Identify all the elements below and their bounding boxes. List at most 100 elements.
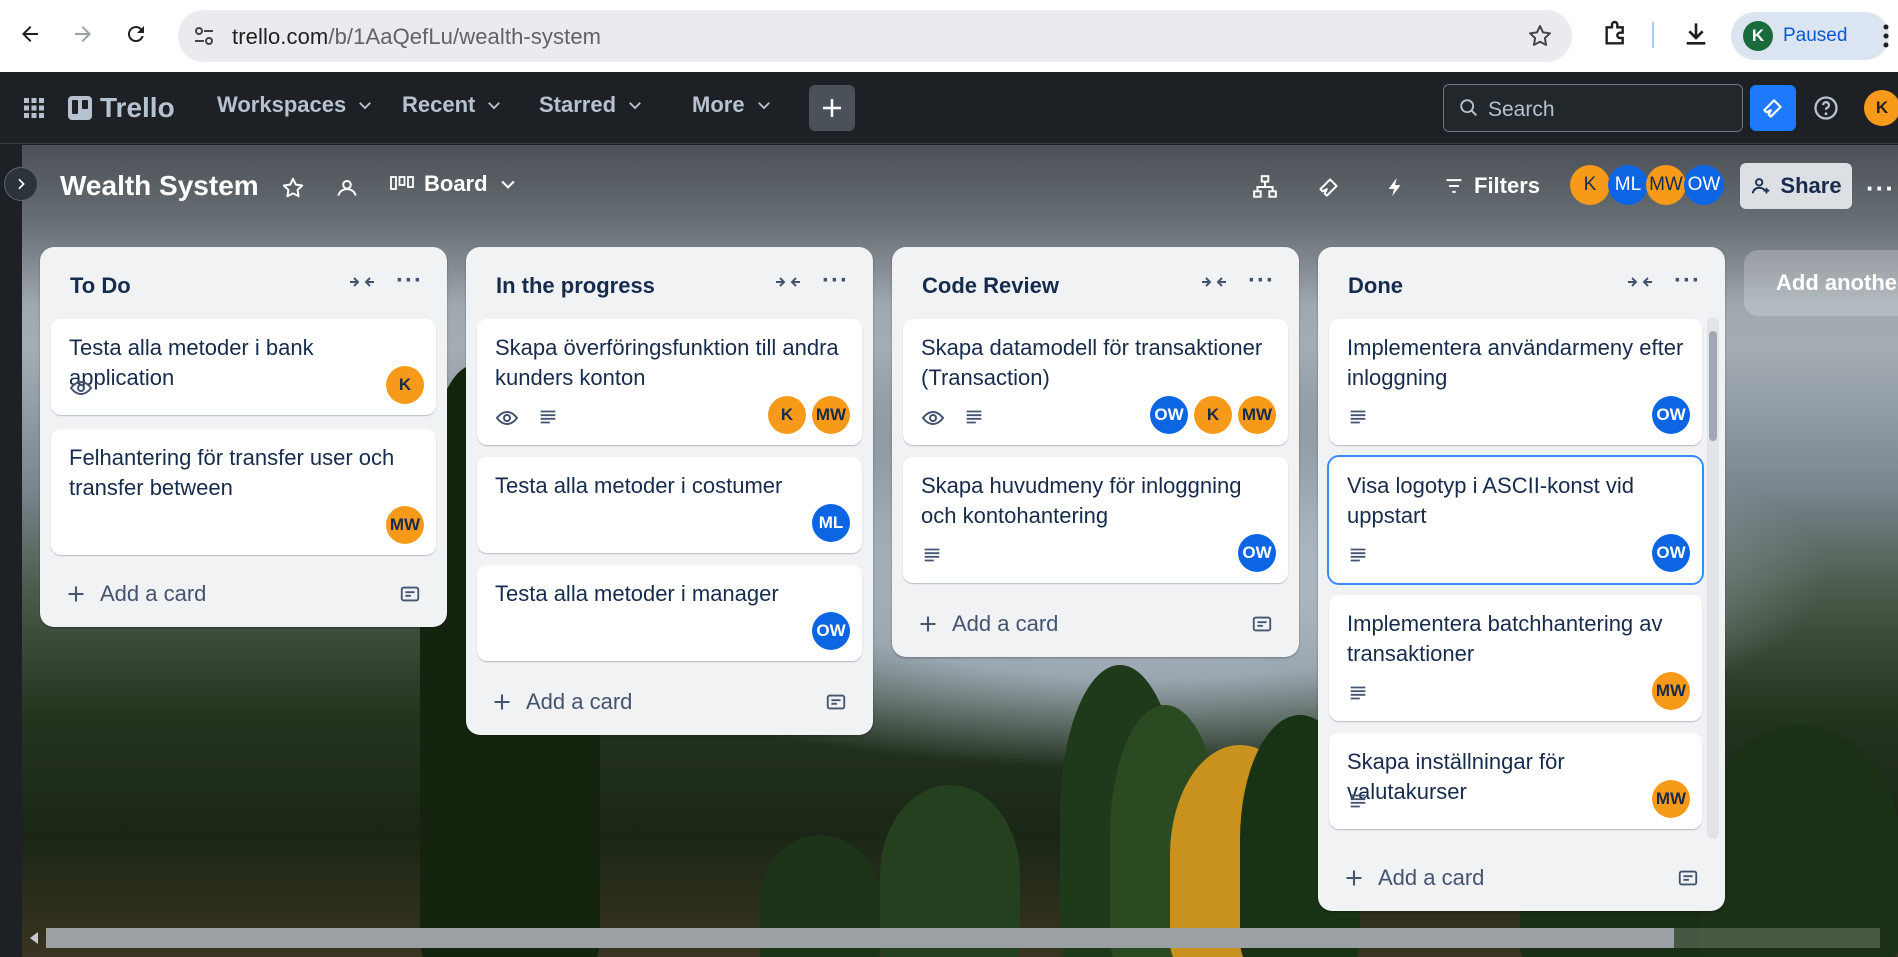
add-person-icon xyxy=(1752,178,1770,194)
member-avatar[interactable]: MW xyxy=(1652,780,1690,818)
profile-avatar: K xyxy=(1743,21,1773,51)
list-header: In the progress ··· xyxy=(466,247,873,317)
board-menu-icon[interactable]: ··· xyxy=(1866,173,1895,204)
member-avatar[interactable]: MW xyxy=(1646,165,1686,205)
trello-logo-icon xyxy=(68,96,92,120)
board-title[interactable]: Wealth System xyxy=(60,170,259,202)
forward-icon[interactable] xyxy=(67,18,99,50)
profile-button[interactable]: K Paused xyxy=(1731,12,1889,60)
list-menu-icon[interactable]: ··· xyxy=(1674,267,1701,295)
list-title[interactable]: Done xyxy=(1348,273,1403,299)
recent-menu[interactable]: Recent xyxy=(402,92,503,118)
card[interactable]: Implementera användarmeny efter inloggni… xyxy=(1329,319,1702,445)
member-avatar[interactable]: OW xyxy=(1684,165,1724,205)
power-ups-icon[interactable] xyxy=(1316,174,1342,205)
card-badges xyxy=(1347,406,1369,428)
card-members: MW xyxy=(386,506,424,544)
notifications-button[interactable] xyxy=(1750,85,1796,131)
add-card-button[interactable]: Add a card xyxy=(66,581,206,607)
app-switcher-icon[interactable] xyxy=(22,96,46,125)
member-avatar[interactable]: OW xyxy=(812,612,850,650)
description-icon xyxy=(1350,686,1366,700)
collapse-list-icon[interactable] xyxy=(1627,273,1653,296)
member-avatar[interactable]: K xyxy=(768,396,806,434)
lightning-automation-icon[interactable] xyxy=(1384,174,1406,205)
list-menu-icon[interactable]: ··· xyxy=(1248,267,1275,295)
board-view-switcher[interactable]: Board xyxy=(390,171,518,197)
card-template-icon[interactable] xyxy=(1251,613,1273,640)
add-card-button[interactable]: Add a card xyxy=(918,611,1058,637)
card-title: Skapa datamodell för transaktioner (Tran… xyxy=(921,335,1263,390)
card[interactable]: Implementera batchhantering av transakti… xyxy=(1329,595,1702,721)
extensions-icon[interactable] xyxy=(1600,18,1632,55)
visibility-icon[interactable] xyxy=(334,175,360,206)
star-board-icon[interactable] xyxy=(280,175,306,206)
member-avatar[interactable]: ML xyxy=(812,504,850,542)
search-icon xyxy=(1458,97,1480,124)
card-badges xyxy=(1347,682,1369,704)
member-avatar[interactable]: OW xyxy=(1150,396,1188,434)
help-icon[interactable] xyxy=(1812,94,1840,127)
card[interactable]: Testa alla metoder i manager OW xyxy=(477,565,862,661)
member-avatar[interactable]: MW xyxy=(1652,672,1690,710)
list-menu-icon[interactable]: ··· xyxy=(396,267,423,295)
member-avatar[interactable]: MW xyxy=(812,396,850,434)
collapse-list-icon[interactable] xyxy=(1201,273,1227,296)
card[interactable]: Skapa överföringsfunktion till andra kun… xyxy=(477,319,862,445)
filters-button[interactable]: Filters xyxy=(1444,173,1540,199)
card[interactable]: Skapa huvudmeny för inloggning och konto… xyxy=(903,457,1288,583)
card[interactable]: Visa logotyp i ASCII-konst vid uppstart … xyxy=(1329,457,1702,583)
list-title[interactable]: Code Review xyxy=(922,273,1059,299)
member-avatar[interactable]: K xyxy=(386,366,424,404)
list-title[interactable]: In the progress xyxy=(496,273,655,299)
eye-icon xyxy=(69,380,93,396)
member-avatar[interactable]: OW xyxy=(1652,396,1690,434)
card-list-scroll[interactable]: Implementera användarmeny efter inloggni… xyxy=(1318,317,1725,839)
member-avatar[interactable]: OW xyxy=(1652,534,1690,572)
card-template-icon[interactable] xyxy=(1677,867,1699,894)
share-button[interactable]: Share xyxy=(1740,163,1852,209)
member-avatar[interactable]: MW xyxy=(386,506,424,544)
starred-menu[interactable]: Starred xyxy=(539,92,644,118)
address-bar[interactable]: trello.com/b/1AaQefLu/wealth-system xyxy=(178,10,1572,62)
more-menu[interactable]: More xyxy=(692,92,773,118)
member-avatar[interactable]: K xyxy=(1570,165,1610,205)
add-card-button[interactable]: Add a card xyxy=(492,689,632,715)
member-avatar[interactable]: OW xyxy=(1238,534,1276,572)
card-template-icon[interactable] xyxy=(399,583,421,610)
card-members: OW xyxy=(812,612,850,650)
member-avatar[interactable]: MW xyxy=(1238,396,1276,434)
list-scrollbar[interactable] xyxy=(1707,317,1719,839)
trello-logo[interactable]: Trello xyxy=(68,92,175,124)
automation-tree-icon[interactable] xyxy=(1252,174,1278,205)
card[interactable]: Felhantering för transfer user och trans… xyxy=(51,429,436,555)
create-button[interactable] xyxy=(809,85,855,131)
card[interactable]: Testa alla metoder i bank application K xyxy=(51,319,436,415)
scrollbar-thumb[interactable] xyxy=(46,928,1674,948)
scroll-left-arrow-icon[interactable] xyxy=(30,932,38,944)
workspaces-menu[interactable]: Workspaces xyxy=(217,92,374,118)
plus-icon xyxy=(823,99,841,117)
account-avatar[interactable]: K xyxy=(1864,90,1898,126)
board-horizontal-scrollbar[interactable] xyxy=(30,928,1880,948)
member-avatar[interactable]: K xyxy=(1194,396,1232,434)
downloads-icon[interactable] xyxy=(1680,18,1712,55)
browser-menu-icon[interactable] xyxy=(1880,22,1892,55)
add-card-button[interactable]: Add a card xyxy=(1344,865,1484,891)
card-template-icon[interactable] xyxy=(825,691,847,718)
list-title[interactable]: To Do xyxy=(70,273,131,299)
card[interactable]: Skapa datamodell för transaktioner (Tran… xyxy=(903,319,1288,445)
bookmark-star-icon[interactable] xyxy=(1526,22,1554,55)
search-input[interactable]: Search xyxy=(1443,84,1743,132)
collapse-list-icon[interactable] xyxy=(349,273,375,296)
card[interactable]: Testa alla metoder i costumer ML xyxy=(477,457,862,553)
site-info-icon[interactable] xyxy=(192,24,216,53)
list-menu-icon[interactable]: ··· xyxy=(822,267,849,295)
add-list-button[interactable]: Add another list xyxy=(1744,250,1898,316)
member-avatar[interactable]: ML xyxy=(1608,165,1648,205)
reload-icon[interactable] xyxy=(120,18,152,50)
card[interactable]: Skapa inställningar för valutakurser MW xyxy=(1329,733,1702,829)
list-scrollbar-thumb[interactable] xyxy=(1709,331,1717,441)
back-icon[interactable] xyxy=(14,18,46,50)
collapse-list-icon[interactable] xyxy=(775,273,801,296)
